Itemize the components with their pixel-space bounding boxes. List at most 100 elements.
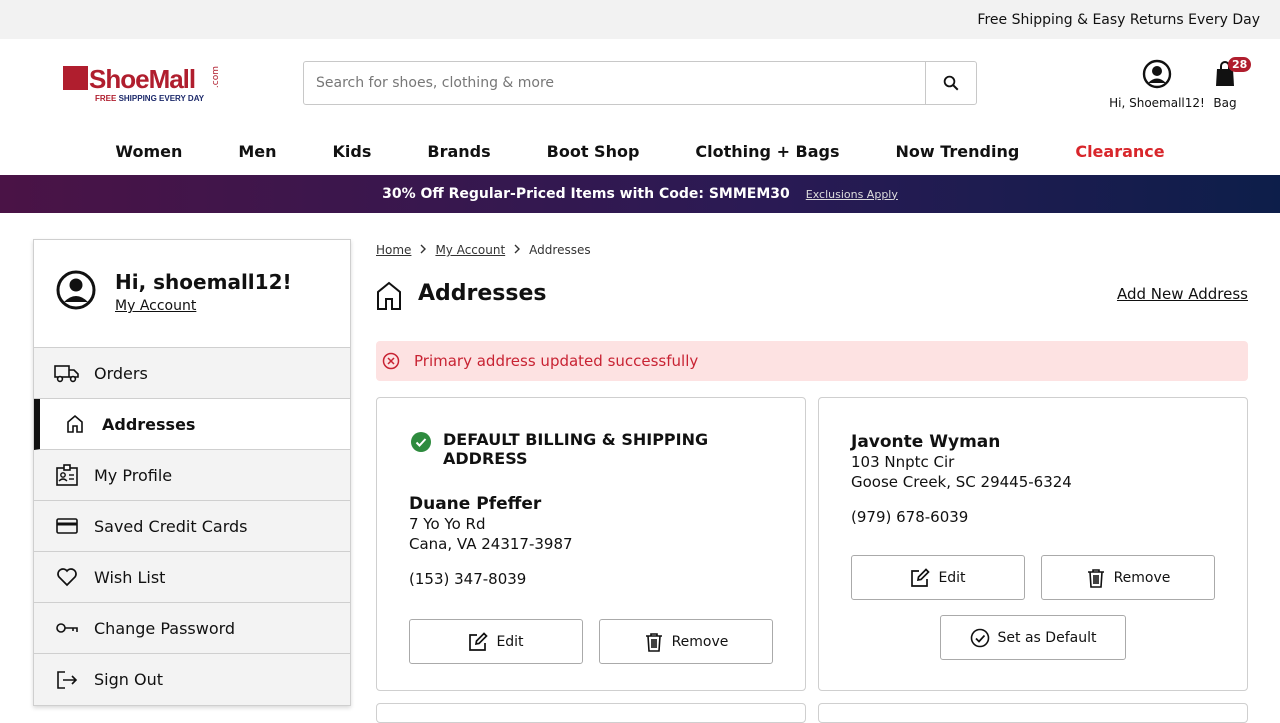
logo-tag-free: FREE [95, 94, 117, 103]
bag-count-badge: 28 [1228, 57, 1252, 72]
home-icon [377, 281, 401, 310]
address-list-next-row [376, 703, 1248, 723]
edit-icon [469, 631, 489, 651]
top-announcement-bar: Free Shipping & Easy Returns Every Day [0, 0, 1280, 39]
user-circle-icon [1142, 59, 1172, 89]
set-default-label: Set as Default [997, 629, 1097, 646]
account-menu[interactable]: Hi, Shoemall12! [1108, 59, 1206, 110]
sidebar-item-addresses[interactable]: Addresses [34, 399, 350, 450]
default-label-text: DEFAULT BILLING & SHIPPING ADDRESS [443, 430, 709, 468]
trash-icon [645, 632, 662, 652]
address-details: Javonte Wyman 103 Nnptc Cir Goose Creek,… [851, 432, 1072, 526]
logo-tagline: FREE SHIPPING EVERY DAY [95, 94, 204, 103]
address-line2: Cana, VA 24317-3987 [409, 535, 573, 553]
status-alert: Primary address updated successfully [376, 341, 1248, 381]
sidebar-item-change-password[interactable]: Change Password [34, 603, 350, 654]
edit-address-button[interactable]: Edit [409, 619, 583, 664]
address-card-default: DEFAULT BILLING & SHIPPING ADDRESS Duane… [376, 397, 806, 691]
sign-out-icon [54, 667, 80, 693]
breadcrumb: Home My Account Addresses [376, 239, 1248, 261]
sidebar-item-label: Change Password [94, 618, 236, 638]
promo-banner: 30% Off Regular-Priced Items with Code: … [0, 175, 1280, 213]
main-content: Home My Account Addresses Addresses Add … [376, 239, 1248, 723]
breadcrumb-current: Addresses [529, 243, 591, 257]
sidebar-my-account-link[interactable]: My Account [115, 298, 196, 314]
truck-icon [54, 360, 80, 386]
remove-address-button[interactable]: Remove [1041, 555, 1215, 600]
address-name: Duane Pfeffer [409, 494, 542, 514]
add-new-address-link[interactable]: Add New Address [1117, 285, 1248, 303]
logo-tag-rest: SHIPPING EVERY DAY [116, 94, 205, 103]
profile-icon [54, 462, 80, 488]
main-nav: Women Men Kids Brands Boot Shop Clothing… [0, 127, 1280, 175]
address-phone: (153) 347-8039 [409, 570, 527, 588]
sidebar-item-label: Saved Credit Cards [94, 516, 248, 536]
edit-label: Edit [938, 569, 966, 586]
bag-label: Bag [1213, 96, 1237, 110]
search-bar [303, 61, 977, 105]
sidebar-item-label: Orders [94, 363, 148, 383]
trash-icon [1087, 568, 1104, 588]
address-name: Javonte Wyman [851, 432, 1001, 452]
edit-icon [911, 567, 931, 587]
avatar-icon [56, 270, 96, 310]
address-card [376, 703, 806, 723]
nav-item-men[interactable]: Men [238, 142, 276, 161]
check-circle-icon [411, 432, 431, 452]
account-label: Hi, Shoemall12! [1109, 96, 1205, 110]
address-card: Javonte Wyman 103 Nnptc Cir Goose Creek,… [818, 397, 1248, 691]
error-circle-icon [382, 352, 400, 370]
credit-card-icon [54, 513, 80, 539]
logo-text: ShoeMall [89, 64, 196, 94]
address-line1: 103 Nnptc Cir [851, 453, 955, 471]
search-button[interactable] [925, 62, 976, 104]
search-input[interactable] [304, 62, 925, 104]
sidebar-item-label: Sign Out [94, 670, 163, 689]
default-address-label: DEFAULT BILLING & SHIPPING ADDRESS [411, 430, 771, 468]
edit-address-button[interactable]: Edit [851, 555, 1025, 600]
page-header: Addresses Add New Address [376, 281, 1248, 341]
sidebar-item-wish-list[interactable]: Wish List [34, 552, 350, 603]
nav-item-kids[interactable]: Kids [333, 142, 372, 161]
exclusions-link[interactable]: Exclusions Apply [806, 188, 898, 201]
page-title: Addresses [418, 281, 547, 306]
breadcrumb-my-account[interactable]: My Account [435, 243, 505, 257]
remove-address-button[interactable]: Remove [599, 619, 773, 664]
chevron-right-icon [419, 243, 427, 257]
address-list: DEFAULT BILLING & SHIPPING ADDRESS Duane… [376, 397, 1248, 691]
site-header: ShoeMall .com FREE SHIPPING EVERY DAY Hi… [0, 39, 1280, 127]
sidebar-item-orders[interactable]: Orders [34, 348, 350, 399]
sidebar-greeting-text: Hi, shoemall12! [115, 270, 292, 294]
nav-item-clearance[interactable]: Clearance [1075, 142, 1164, 161]
sidebar-item-label: Wish List [94, 567, 166, 587]
key-icon [54, 615, 80, 641]
address-phone: (979) 678-6039 [851, 508, 969, 526]
nav-item-clothing-bags[interactable]: Clothing + Bags [695, 142, 839, 161]
shoemall-logo[interactable]: ShoeMall .com FREE SHIPPING EVERY DAY [63, 64, 223, 108]
sidebar-item-saved-credit-cards[interactable]: Saved Credit Cards [34, 501, 350, 552]
remove-label: Remove [1113, 569, 1171, 586]
sidebar-item-sign-out[interactable]: Sign Out [34, 654, 350, 705]
account-sidebar: Hi, shoemall12! My Account Orders Addres… [33, 239, 351, 706]
promo-text: 30% Off Regular-Priced Items with Code: … [382, 186, 790, 202]
sidebar-item-label: My Profile [94, 465, 173, 485]
breadcrumb-home[interactable]: Home [376, 243, 411, 257]
address-line1: 7 Yo Yo Rd [409, 515, 486, 533]
address-line2: Goose Creek, SC 29445-6324 [851, 473, 1072, 491]
remove-label: Remove [671, 633, 729, 650]
shopping-bag[interactable]: 28 Bag [1208, 57, 1252, 110]
set-as-default-button[interactable]: Set as Default [940, 615, 1126, 660]
nav-item-brands[interactable]: Brands [427, 142, 490, 161]
sidebar-item-my-profile[interactable]: My Profile [34, 450, 350, 501]
nav-item-women[interactable]: Women [115, 142, 182, 161]
alert-message: Primary address updated successfully [414, 352, 699, 370]
sidebar-greeting: Hi, shoemall12! My Account [34, 240, 350, 348]
logo-dotcom: .com [211, 66, 221, 89]
nav-item-boot-shop[interactable]: Boot Shop [547, 142, 640, 161]
nav-item-now-trending[interactable]: Now Trending [896, 142, 1020, 161]
heart-icon [54, 564, 80, 590]
edit-label: Edit [496, 633, 524, 650]
check-circle-outline-icon [970, 628, 989, 647]
address-card [818, 703, 1248, 723]
logo-mark-icon [63, 66, 88, 90]
